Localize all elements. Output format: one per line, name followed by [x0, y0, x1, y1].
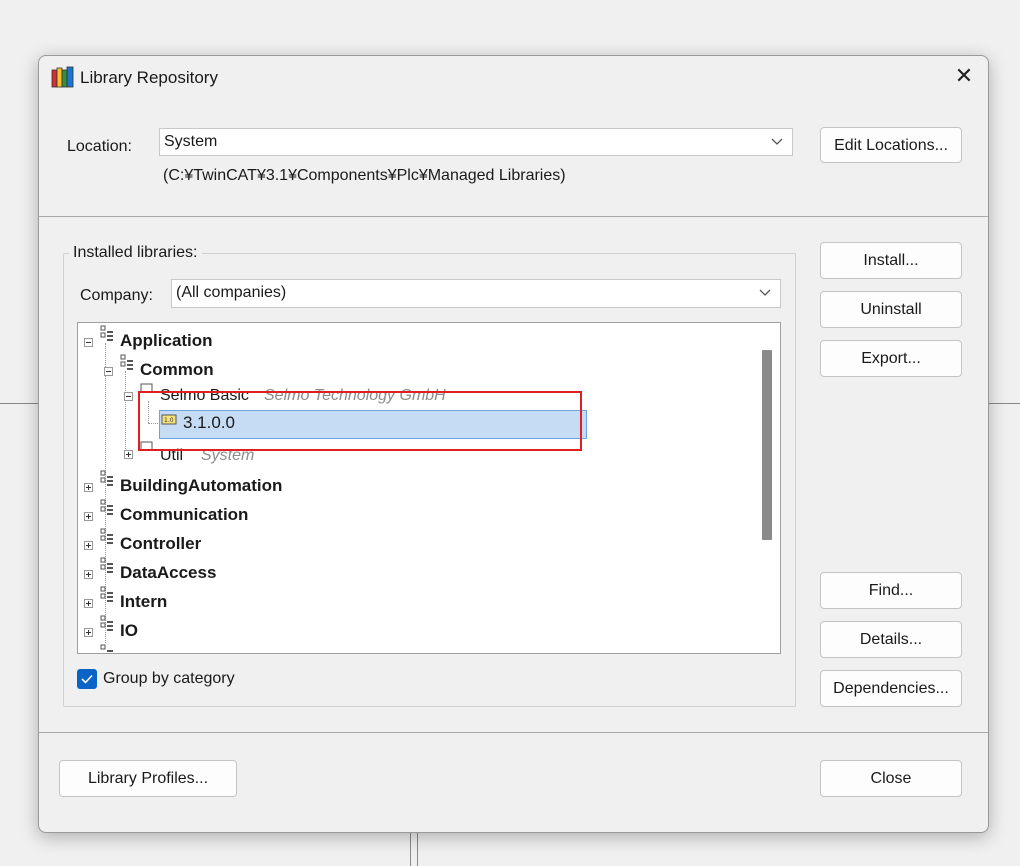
- details-label: Details...: [859, 631, 923, 648]
- tree-scrollbar[interactable]: [756, 323, 780, 653]
- category-folder-icon: [100, 644, 113, 652]
- tree-node-data-access[interactable]: DataAccess: [78, 557, 758, 584]
- category-folder-icon: [100, 470, 113, 486]
- background-line: [410, 830, 411, 866]
- tree-node-common[interactable]: Common: [78, 354, 758, 381]
- background-line: [0, 403, 40, 404]
- tree-label-application: Application: [120, 331, 213, 350]
- edit-locations-label: Edit Locations...: [834, 137, 948, 154]
- chevron-down-icon: [759, 289, 771, 296]
- uninstall-button[interactable]: Uninstall: [820, 291, 962, 328]
- divider: [39, 732, 988, 733]
- close-label: Close: [870, 770, 912, 787]
- find-label: Find...: [868, 582, 914, 599]
- tree-node-controller[interactable]: Controller: [78, 528, 758, 555]
- find-button[interactable]: Find...: [820, 572, 962, 609]
- category-folder-icon: [100, 586, 113, 602]
- tree-label-controller: Controller: [120, 534, 202, 553]
- location-section: Location: System (C:¥TwinCAT¥3.1¥Compone…: [39, 98, 988, 216]
- export-label: Export...: [861, 350, 921, 367]
- tree-label-intern: Intern: [120, 592, 168, 611]
- library-profiles-button[interactable]: Library Profiles...: [59, 760, 237, 797]
- collapse-icon[interactable]: [84, 338, 93, 347]
- location-path: (C:¥TwinCAT¥3.1¥Components¥Plc¥Managed L…: [163, 167, 566, 184]
- expand-icon[interactable]: [124, 450, 133, 459]
- tree-label-io: IO: [120, 621, 138, 640]
- expand-icon[interactable]: [84, 512, 93, 521]
- category-folder-icon: [100, 557, 113, 573]
- tree-node-building-automation[interactable]: BuildingAutomation: [78, 470, 758, 497]
- category-folder-icon: [100, 615, 113, 631]
- company-label: Company:: [80, 287, 153, 304]
- uninstall-label: Uninstall: [860, 301, 922, 318]
- installed-libraries-title: Installed libraries:: [69, 244, 202, 262]
- chevron-down-icon: [771, 138, 783, 145]
- checkmark-icon: [81, 674, 93, 684]
- dependencies-button[interactable]: Dependencies...: [820, 670, 962, 707]
- library-tree[interactable]: Application Common Selmo Basic Selmo Tec…: [77, 322, 781, 654]
- collapse-icon[interactable]: [124, 392, 133, 401]
- close-window-icon[interactable]: ✕: [950, 62, 978, 90]
- tree-label-data-access: DataAccess: [120, 563, 217, 582]
- background-line: [987, 403, 1020, 404]
- tree-node-io[interactable]: IO: [78, 615, 758, 642]
- company-dropdown[interactable]: (All companies): [171, 279, 781, 308]
- group-by-category-checkbox[interactable]: [77, 669, 97, 689]
- group-by-category-label[interactable]: Group by category: [103, 670, 235, 688]
- library-repository-dialog: Library Repository ✕ Location: System (C…: [38, 55, 989, 833]
- tree-node-intern[interactable]: Intern: [78, 586, 758, 613]
- edit-locations-button[interactable]: Edit Locations...: [820, 127, 962, 163]
- tree-label-common: Common: [140, 360, 214, 379]
- location-value: System: [164, 133, 218, 150]
- dialog-title: Library Repository: [80, 68, 218, 87]
- expand-icon[interactable]: [84, 570, 93, 579]
- expand-icon[interactable]: [84, 483, 93, 492]
- tree-label-building-automation: BuildingAutomation: [120, 476, 283, 495]
- category-folder-icon: [100, 528, 113, 544]
- divider: [39, 216, 988, 217]
- category-folder-icon: [100, 325, 113, 341]
- annotation-highlight-box: [138, 391, 582, 451]
- expand-icon[interactable]: [84, 599, 93, 608]
- scrollbar-thumb[interactable]: [762, 350, 772, 540]
- title-bar: Library Repository ✕: [39, 56, 988, 98]
- library-books-icon: [51, 66, 74, 88]
- collapse-icon[interactable]: [104, 367, 113, 376]
- location-dropdown[interactable]: System: [159, 128, 793, 156]
- tree-label-communication: Communication: [120, 505, 249, 524]
- dependencies-label: Dependencies...: [833, 680, 949, 697]
- location-label: Location:: [67, 138, 132, 155]
- tree-node-application[interactable]: Application: [78, 325, 758, 352]
- install-label: Install...: [863, 252, 919, 269]
- company-value: (All companies): [176, 284, 287, 301]
- library-profiles-label: Library Profiles...: [87, 770, 209, 787]
- expand-icon[interactable]: [84, 541, 93, 550]
- expand-icon[interactable]: [84, 628, 93, 637]
- background-line: [417, 830, 418, 866]
- category-folder-icon: [120, 354, 133, 370]
- install-button[interactable]: Install...: [820, 242, 962, 279]
- category-folder-icon: [100, 499, 113, 515]
- export-button[interactable]: Export...: [820, 340, 962, 377]
- tree-node-communication[interactable]: Communication: [78, 499, 758, 526]
- details-button[interactable]: Details...: [820, 621, 962, 658]
- close-button[interactable]: Close: [820, 760, 962, 797]
